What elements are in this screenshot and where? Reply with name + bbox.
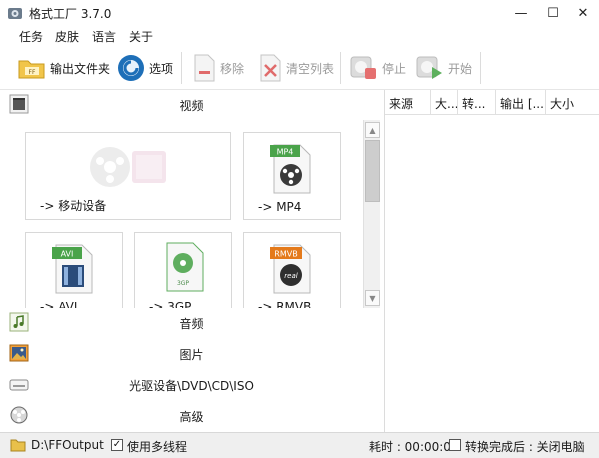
clear-list-button[interactable]: 清空列表 xyxy=(257,52,334,84)
scroll-thumb[interactable] xyxy=(365,140,380,202)
menu-task[interactable]: 任务 xyxy=(19,28,43,45)
scroll-up-button[interactable]: ▲ xyxy=(365,122,380,138)
mp4-file-icon: MP4 xyxy=(270,144,311,194)
output-folder-icon xyxy=(10,439,26,452)
tile-mobile-device[interactable]: -> 移动设备 xyxy=(25,132,231,220)
maximize-button[interactable]: ☐ xyxy=(537,0,569,26)
menu-language[interactable]: 语言 xyxy=(92,28,116,45)
video-format-grid: -> 移动设备 MP4 -> MP4 AVI -> AVI 3GP -> 3GP… xyxy=(0,120,383,308)
video-grid-scrollbar[interactable]: ▲ ▼ xyxy=(363,120,380,308)
svg-text:real: real xyxy=(284,272,297,280)
start-icon xyxy=(416,56,442,79)
category-picture[interactable]: 图片 xyxy=(0,339,383,369)
output-folder-button[interactable]: FF 输出文件夹 xyxy=(17,52,110,84)
svg-text:3GP: 3GP xyxy=(177,280,189,287)
window-title: 格式工厂 3.7.0 xyxy=(29,7,112,21)
after-convert-checkbox[interactable] xyxy=(449,439,461,451)
multithread-checkbox[interactable]: ✓ xyxy=(111,439,123,451)
task-list[interactable]: 来源 大... 转... 输出 [... 大小 xyxy=(384,90,599,432)
stop-icon xyxy=(350,56,376,79)
toolbar-separator xyxy=(480,52,481,84)
avi-file-icon: AVI xyxy=(52,244,93,294)
stop-button[interactable]: 停止 xyxy=(349,52,406,84)
remove-file-icon xyxy=(194,54,215,82)
tile-mp4[interactable]: MP4 -> MP4 xyxy=(243,132,341,220)
tile-rmvb[interactable]: RMVB real -> RMVB xyxy=(243,232,341,308)
menu-bar: 任务 皮肤 语言 关于 xyxy=(0,26,599,46)
column-convert-status[interactable]: 转... xyxy=(458,90,496,115)
close-button[interactable]: ✕ xyxy=(567,0,599,26)
svg-text:AVI: AVI xyxy=(61,250,74,259)
title-bar: 格式工厂 3.7.0 — ☐ ✕ xyxy=(0,0,599,26)
menu-skin[interactable]: 皮肤 xyxy=(55,28,79,45)
category-rom-device[interactable]: 光驱设备\DVD\CD\ISO xyxy=(0,370,383,400)
after-convert-label: 转换完成后 : 关闭电脑 xyxy=(465,440,585,454)
svg-text:FF: FF xyxy=(29,69,36,76)
remove-button[interactable]: 移除 xyxy=(191,52,244,84)
minimize-button[interactable]: — xyxy=(505,0,537,26)
svg-text:RMVB: RMVB xyxy=(274,250,297,259)
conversion-panel: 视频 -> 移动设备 MP4 -> MP4 AVI -> AVI 3GP -> … xyxy=(0,90,383,432)
rmvb-file-icon: RMVB real xyxy=(270,244,311,294)
menu-about[interactable]: 关于 xyxy=(129,28,153,45)
column-size[interactable]: 大... xyxy=(431,90,458,115)
column-output[interactable]: 输出 [... xyxy=(496,90,546,115)
category-video[interactable]: 视频 xyxy=(0,90,383,120)
tile-avi[interactable]: AVI -> AVI xyxy=(25,232,123,308)
category-audio[interactable]: 音频 xyxy=(0,308,383,338)
folder-icon: FF xyxy=(18,60,45,79)
scroll-down-button[interactable]: ▼ xyxy=(365,290,380,306)
category-advanced[interactable]: 高级 xyxy=(0,401,383,431)
3gp-file-icon: 3GP xyxy=(166,242,204,292)
output-path[interactable]: D:\FFOutput xyxy=(31,438,104,452)
svg-text:MP4: MP4 xyxy=(277,148,294,157)
toolbar: FF 输出文件夹 选项 移除 清空列表 停止 开始 xyxy=(0,46,599,90)
app-logo-icon xyxy=(8,8,22,19)
options-button[interactable]: 选项 xyxy=(116,52,173,84)
elapsed-time: 耗时 : 00:00:00 xyxy=(369,440,459,454)
toolbar-separator xyxy=(181,52,182,84)
tile-3gp[interactable]: 3GP -> 3GP xyxy=(134,232,232,308)
toolbar-separator xyxy=(340,52,341,84)
status-bar: D:\FFOutput ✓ 使用多线程 耗时 : 00:00:00 转换完成后 … xyxy=(0,432,599,458)
column-output-size[interactable]: 大小 xyxy=(546,90,599,115)
start-button[interactable]: 开始 xyxy=(415,52,472,84)
mobile-device-icon xyxy=(90,147,166,187)
clear-list-icon xyxy=(260,54,281,82)
gear-icon xyxy=(118,55,144,81)
column-source[interactable]: 来源 xyxy=(385,90,431,115)
multithread-label: 使用多线程 xyxy=(127,440,188,454)
